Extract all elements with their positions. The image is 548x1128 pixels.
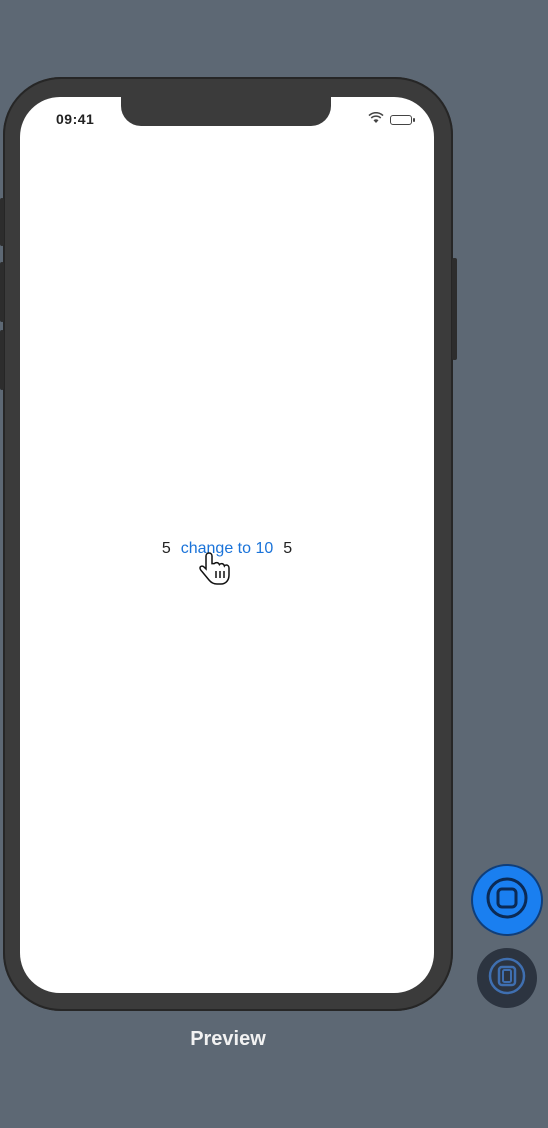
volume-down-button	[0, 330, 4, 390]
battery-icon	[390, 115, 415, 125]
status-icons	[368, 111, 415, 129]
right-value-text: 5	[283, 540, 293, 557]
status-time: 09:41	[56, 111, 95, 127]
live-preview-icon	[485, 876, 529, 925]
mute-switch	[0, 198, 4, 246]
notch	[121, 97, 331, 126]
live-preview-button[interactable]	[473, 866, 541, 934]
preview-label: Preview	[190, 1028, 266, 1050]
device-settings-icon	[487, 956, 527, 1001]
hand-cursor-icon	[198, 551, 232, 592]
device-settings-button[interactable]	[477, 948, 537, 1008]
wifi-icon	[368, 111, 384, 129]
power-button	[452, 258, 457, 360]
volume-up-button	[0, 262, 4, 322]
left-value-text: 5	[161, 540, 171, 557]
device-screen: 09:41 5 change to 10 5	[20, 97, 434, 993]
